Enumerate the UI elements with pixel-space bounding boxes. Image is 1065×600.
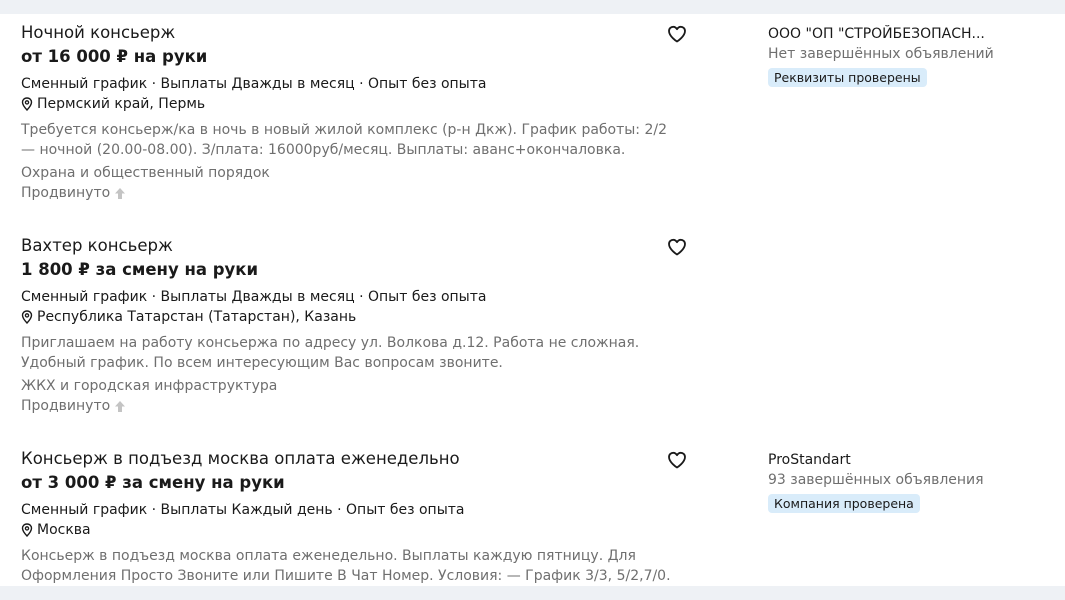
vacancy-description: Требуется консьерж/ка в ночь в новый жил… xyxy=(21,122,668,158)
vacancy-card: Вахтер консьерж 1 800 ₽ за смену на руки… xyxy=(21,235,1051,416)
employer-name[interactable]: ProStandart xyxy=(768,451,1028,469)
arrow-up-icon xyxy=(115,187,126,199)
vacancy-description: Консьерж в подъезд москва оплата еженеде… xyxy=(21,548,671,584)
location-text: Республика Татарстан (Татарстан), Казань xyxy=(37,309,357,325)
promoted-text: Продвинуто xyxy=(21,398,111,414)
promoted-label: Продвинуто xyxy=(21,183,1051,203)
employer-name[interactable]: ООО "ОП "СТРОЙБЕЗОПАСН... xyxy=(768,25,1028,43)
verified-badge: Реквизиты проверены xyxy=(768,68,927,87)
vacancy-salary: 1 800 ₽ за смену на руки xyxy=(21,260,259,279)
vacancy-title[interactable]: Ночной консьерж xyxy=(21,22,175,44)
favorite-heart-icon[interactable] xyxy=(667,238,687,256)
vacancy-conditions: Сменный график · Выплаты Дважды в месяц … xyxy=(21,289,487,305)
favorite-heart-icon[interactable] xyxy=(667,25,687,43)
employer-info: ООО "ОП "СТРОЙБЕЗОПАСН... Нет завершённы… xyxy=(768,25,1028,87)
promoted-label: Продвинуто xyxy=(21,396,1051,416)
promoted-text: Продвинуто xyxy=(21,185,111,201)
location-pin-icon xyxy=(21,523,33,537)
vacancy-category: Охрана и общественный порядок xyxy=(21,165,270,181)
vacancy-location: Москва xyxy=(21,521,1051,539)
vacancy-description: Приглашаем на работу консьержа по адресу… xyxy=(21,335,640,371)
vacancy-card: Консьерж в подъезд москва оплата еженеде… xyxy=(21,448,1051,586)
location-text: Пермский край, Пермь xyxy=(37,96,206,112)
vacancy-title[interactable]: Вахтер консьерж xyxy=(21,235,173,257)
location-pin-icon xyxy=(21,310,33,324)
vacancy-list: Ночной консьерж от 16 000 ₽ на руки Смен… xyxy=(0,14,1065,586)
vacancy-card: Ночной консьерж от 16 000 ₽ на руки Смен… xyxy=(21,22,1051,203)
verified-badge: Компания проверена xyxy=(768,494,920,513)
employer-stats: Нет завершённых объявлений xyxy=(768,46,994,62)
vacancy-category: ЖКХ и городская инфраструктура xyxy=(21,378,278,394)
location-pin-icon xyxy=(21,97,33,111)
vacancy-title[interactable]: Консьерж в подъезд москва оплата еженеде… xyxy=(21,448,460,470)
vacancy-location: Республика Татарстан (Татарстан), Казань xyxy=(21,308,1051,326)
location-text: Москва xyxy=(37,522,91,538)
arrow-up-icon xyxy=(115,400,126,412)
vacancy-location: Пермский край, Пермь xyxy=(21,95,1051,113)
favorite-heart-icon[interactable] xyxy=(667,451,687,469)
employer-stats: 93 завершённых объявления xyxy=(768,472,984,488)
employer-info: ProStandart 93 завершённых объявления Ко… xyxy=(768,451,1028,513)
